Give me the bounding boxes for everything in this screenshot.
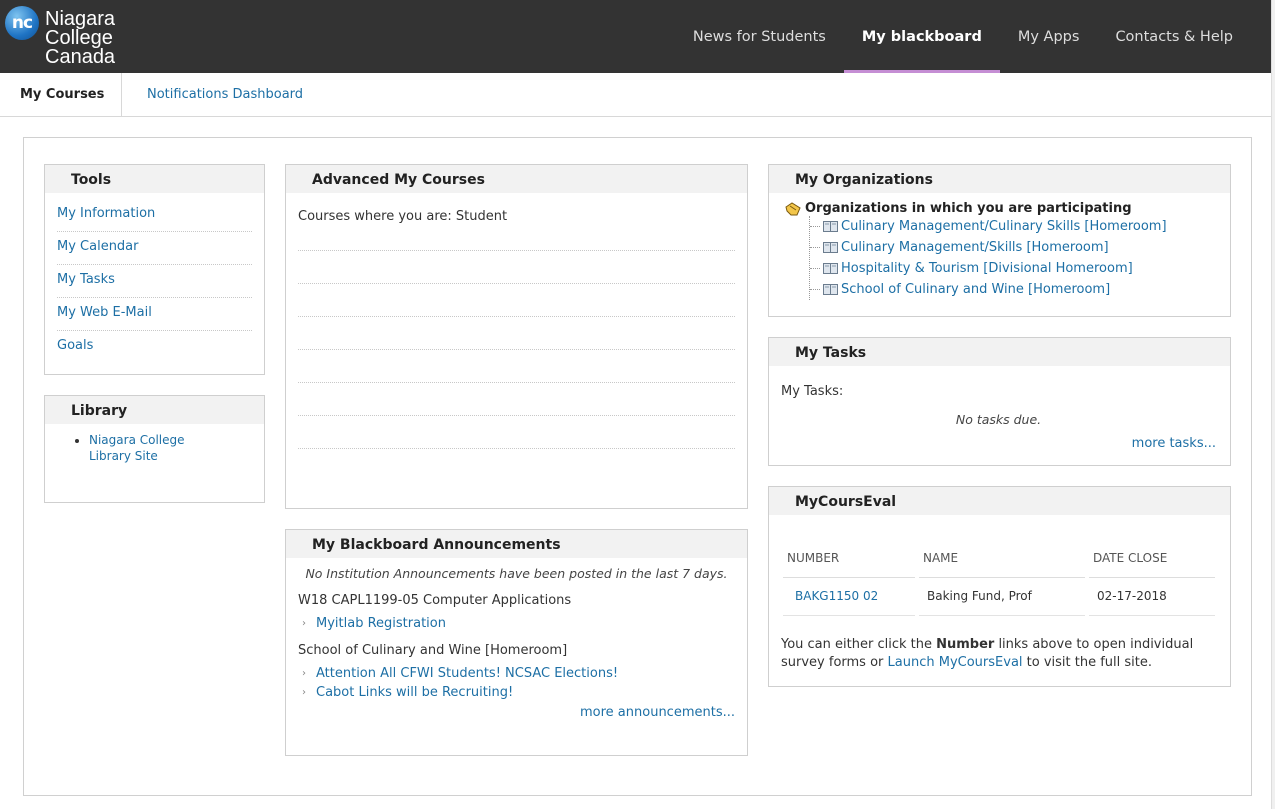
tool-link-my-calendar[interactable]: My Calendar [57,239,139,254]
organization-link[interactable]: School of Culinary and Wine [Homeroom] [841,279,1110,300]
logo-wordmark: Niagara College Canada [45,9,135,68]
tasks-module: My Tasks My Tasks: No tasks due. more ta… [768,337,1231,466]
book-icon [823,284,838,295]
tools-list: My Information My Calendar My Tasks My W… [57,199,252,364]
organization-link[interactable]: Culinary Management/Skills [Homeroom] [841,237,1109,258]
announcements-title: My Blackboard Announcements [286,530,747,558]
list-item: Niagara College Library Site [89,432,224,464]
announcement-item: › Myitlab Registration [302,614,735,633]
tools-title: Tools [45,165,264,193]
column-header: NAME [915,539,1087,578]
announcement-link[interactable]: Attention All CFWI Students! NCSAC Elect… [316,666,618,681]
tool-link-my-information[interactable]: My Information [57,206,155,221]
course-name-cell: Baking Fund, Prof [915,577,1087,616]
tab-notifications-dashboard[interactable]: Notifications Dashboard [147,73,303,116]
tool-link-goals[interactable]: Goals [57,338,93,353]
note-bold-text: Number [936,636,995,652]
organizations-module: My Organizations Organizations in which … [768,164,1231,317]
top-navigation-bar: nc Niagara College Canada News for Stude… [0,0,1271,73]
tools-module: Tools My Information My Calendar My Task… [44,164,265,375]
note-text: You can either click the [781,636,937,652]
organizations-list: Culinary Management/Culinary Skills [Hom… [809,216,1218,300]
announcement-item: › Cabot Links will be Recruiting! [302,683,735,702]
list-item: Hospitality & Tourism [Divisional Homero… [810,258,1218,279]
date-close-cell: 02-17-2018 [1085,577,1215,616]
page-scrollbar[interactable] [1271,0,1275,809]
survey-number-link[interactable]: BAKG1150 02 [795,589,878,603]
course-row [298,317,735,350]
announcements-module: My Blackboard Announcements No Instituti… [285,529,748,756]
pointing-hand-icon [785,201,801,215]
courses-list [298,218,735,449]
more-tasks-link[interactable]: more tasks... [1132,436,1216,451]
course-row [298,251,735,284]
list-item: Culinary Management/Culinary Skills [Hom… [810,216,1218,237]
list-item: Culinary Management/Skills [Homeroom] [810,237,1218,258]
course-row [298,416,735,449]
table-row: BAKG1150 02 Baking Fund, Prof 02-17-2018 [783,577,1215,616]
library-site-link[interactable]: Niagara College Library Site [89,433,185,463]
main-nav: News for Students My blackboard My Apps … [675,0,1251,73]
library-list: Niagara College Library Site [89,432,264,464]
sub-tabs: My Courses Notifications Dashboard [0,73,1271,117]
library-title: Library [45,396,264,424]
chevron-right-icon: › [302,687,306,698]
list-item: My Web E-Mail [57,298,252,331]
book-icon [823,263,838,274]
book-icon [823,242,838,253]
column-header: DATE CLOSE [1085,539,1215,578]
list-item: My Tasks [57,265,252,298]
mycourseval-module: MyCoursEval NUMBER NAME DATE CLOSE BAKG1… [768,486,1231,687]
announcement-link[interactable]: Cabot Links will be Recruiting! [316,685,513,700]
tool-link-my-web-email[interactable]: My Web E-Mail [57,305,152,320]
nav-news-for-students[interactable]: News for Students [675,0,844,73]
announcement-link[interactable]: Myitlab Registration [316,616,446,631]
column-header: NUMBER [783,539,917,578]
announcement-group-name: W18 CAPL1199-05 Computer Applications [298,593,572,608]
nav-contacts-help[interactable]: Contacts & Help [1097,0,1251,73]
organization-link[interactable]: Hospitality & Tourism [Divisional Homero… [841,258,1133,279]
table-header-row: NUMBER NAME DATE CLOSE [783,539,1215,578]
tasks-title: My Tasks [769,338,1230,366]
launch-mycourseval-link[interactable]: Launch MyCoursEval [888,655,1023,670]
book-icon [823,221,838,232]
organization-link[interactable]: Culinary Management/Culinary Skills [Hom… [841,216,1167,237]
no-tasks-note: No tasks due. [955,412,1042,427]
evaluation-table: NUMBER NAME DATE CLOSE BAKG1150 02 Bakin… [783,539,1215,616]
chevron-right-icon: › [302,668,306,679]
announcement-group-name: School of Culinary and Wine [Homeroom] [298,643,568,658]
announcement-item: › Attention All CFWI Students! NCSAC Ele… [302,664,735,683]
list-item: My Calendar [57,232,252,265]
nav-my-apps[interactable]: My Apps [1000,0,1098,73]
organizations-heading-text: Organizations in which you are participa… [805,201,1132,216]
mycourseval-title: MyCoursEval [769,487,1230,515]
list-item: School of Culinary and Wine [Homeroom] [810,279,1218,300]
list-item: Goals [57,331,252,364]
more-announcements-link[interactable]: more announcements... [580,705,735,720]
chevron-right-icon: › [302,618,306,629]
tasks-label: My Tasks: [781,384,844,399]
no-announcements-note: No Institution Announcements have been p… [305,566,728,581]
course-row [298,350,735,383]
courses-title: Advanced My Courses [286,165,747,193]
organizations-heading: Organizations in which you are participa… [785,201,1218,216]
course-row [298,284,735,317]
library-module: Library Niagara College Library Site [44,395,265,503]
nc-logo-icon: nc [5,6,39,40]
course-row [298,383,735,416]
tab-my-courses[interactable]: My Courses [0,73,122,116]
tool-link-my-tasks[interactable]: My Tasks [57,272,115,287]
list-item: My Information [57,199,252,232]
nav-my-blackboard[interactable]: My blackboard [843,0,1000,73]
mycourseval-instructions: You can either click the Number links ab… [781,636,1218,672]
note-text: to visit the full site. [1022,654,1153,670]
logo-line: Canada [45,46,116,68]
organizations-title: My Organizations [769,165,1230,193]
courses-module: Advanced My Courses Courses where you ar… [285,164,748,509]
